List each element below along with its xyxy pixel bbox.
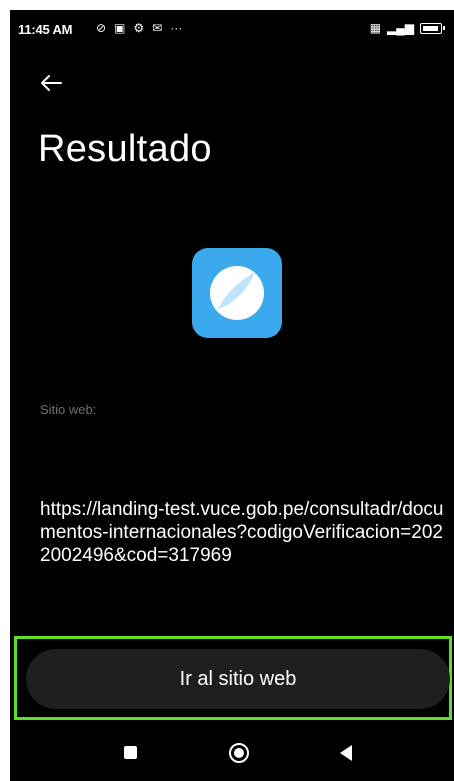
sim-icon: ▦	[369, 21, 382, 35]
recent-apps-icon[interactable]	[124, 746, 137, 759]
website-field-label: Sitio web:	[40, 402, 97, 417]
battery-icon	[420, 22, 445, 34]
home-icon[interactable]	[228, 742, 250, 764]
sync-icon: ⚙	[133, 21, 145, 35]
page-title: Resultado	[38, 128, 212, 170]
status-time: 11:45 AM	[18, 22, 73, 37]
status-icons-left: ⊘ ▣ ⚙ ✉ ···	[96, 21, 182, 35]
open-website-button-label: Ir al sitio web	[179, 667, 297, 690]
screenshot-frame: 11:45 AM ⊘ ▣ ⚙ ✉ ··· ▦ ▂▄▆ Resultado Sit…	[0, 0, 454, 781]
mail-icon: ✉	[152, 21, 163, 35]
more-dots-icon: ···	[170, 21, 183, 35]
back-arrow-icon[interactable]	[36, 68, 66, 98]
open-website-button[interactable]: Ir al sitio web	[26, 649, 450, 709]
navigation-bar	[10, 722, 454, 781]
status-bar: 11:45 AM ⊘ ▣ ⚙ ✉ ··· ▦ ▂▄▆	[10, 10, 454, 50]
silent-icon: ⊘	[96, 21, 107, 35]
status-icons-right: ▦ ▂▄▆	[369, 21, 445, 35]
browser-app-icon	[192, 248, 282, 338]
message-icon: ▣	[114, 21, 126, 35]
signal-icon: ▂▄▆	[387, 21, 414, 35]
phone-screen: 11:45 AM ⊘ ▣ ⚙ ✉ ··· ▦ ▂▄▆ Resultado Sit…	[10, 10, 454, 781]
website-url[interactable]: https://landing-test.vuce.gob.pe/consult…	[40, 498, 450, 567]
back-triangle-icon[interactable]	[336, 742, 356, 764]
